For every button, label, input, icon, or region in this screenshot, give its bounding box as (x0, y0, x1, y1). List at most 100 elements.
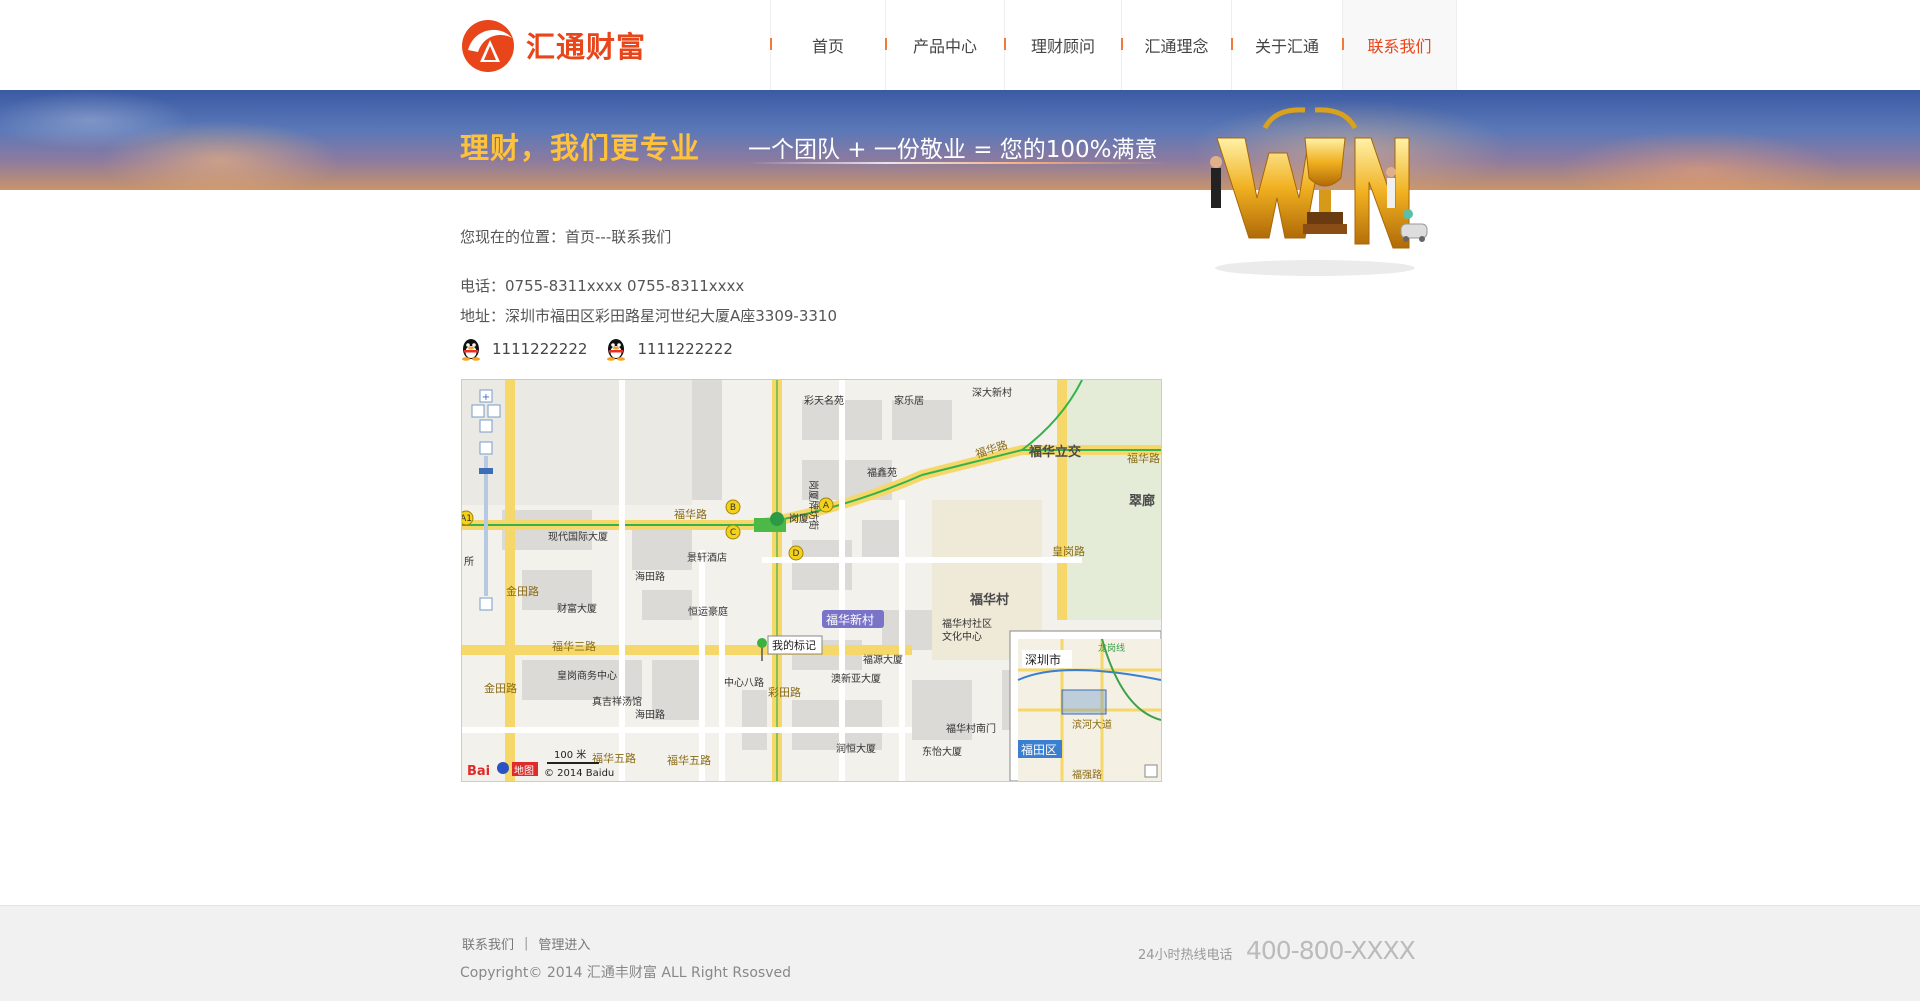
map-label: 福华立交 (1028, 444, 1081, 460)
nav-end-divider (1456, 0, 1457, 90)
nav-item-philosophy[interactable]: 汇通理念 (1121, 0, 1231, 90)
map-label: 东怡大厦 (922, 745, 962, 758)
map-copyright: © 2014 Baidu (544, 768, 614, 779)
contact-address: 地址：深圳市福田区彩田路星河世纪大厦A座3309-3310 (460, 307, 838, 325)
map-label: 福华五路 (667, 753, 711, 767)
nav-divider-tick (1004, 38, 1006, 50)
map-label: 金田路 (484, 681, 517, 695)
qq-penguin-icon[interactable] (605, 337, 627, 361)
nav-divider-tick (1342, 38, 1344, 50)
nav-item-home[interactable]: 首页 (770, 0, 885, 90)
map-label: 澳新亚大厦 (831, 672, 881, 685)
site-header: 汇通财富 首页 产品中心 理财顾问 汇通理念 关于汇通 联系我们 (0, 0, 1920, 90)
map-canvas[interactable]: + 福华路 福华路 福华路 福华三路 福华五路 福华五路 金田路 金田路 彩田路 (462, 380, 1161, 781)
site-logo[interactable]: 汇通财富 (460, 16, 650, 72)
nav-item-products[interactable]: 产品中心 (885, 0, 1004, 90)
hero-banner: 理财，我们更专业 一个团队 + 一份敬业 = 您的100%满意 (0, 90, 1920, 190)
metro-station-icon[interactable] (770, 512, 784, 526)
qq-number[interactable]: 1111222222 (637, 340, 732, 358)
my-marker-label: 我的标记 (772, 638, 816, 652)
footer-link-contact[interactable]: 联系我们 (462, 934, 514, 953)
station-marker[interactable]: C (730, 528, 736, 538)
footer-link-admin[interactable]: 管理进入 (538, 934, 590, 953)
map-label: 皇岗路 (1052, 544, 1085, 558)
map-label: 深大新村 (972, 386, 1012, 399)
map-label: 财富大厦 (557, 602, 597, 615)
main-nav: 首页 产品中心 理财顾问 汇通理念 关于汇通 联系我们 (770, 0, 1457, 90)
qq-number[interactable]: 1111222222 (492, 340, 587, 358)
station-marker[interactable]: D (793, 549, 800, 559)
inset-road-label: 滨河大道 (1072, 718, 1112, 731)
map-label: 海田路 (635, 708, 665, 721)
map-label: 金田路 (506, 584, 539, 598)
nav-label: 产品中心 (912, 37, 977, 56)
map-label: 皇岗商务中心 (557, 669, 617, 682)
hotline-number: 400-800-XXXX (1246, 936, 1416, 965)
map-label: 福华村南门 (946, 722, 996, 735)
nav-divider-tick (1121, 38, 1123, 50)
win-trophy-illustration (1210, 107, 1428, 276)
map-label: 福华路 (674, 507, 707, 521)
brand-name: 汇通财富 (526, 30, 647, 64)
banner-slogan-main: 理财，我们更专业 (460, 131, 701, 165)
nav-item-advisors[interactable]: 理财顾问 (1004, 0, 1121, 90)
nav-label: 联系我们 (1367, 37, 1432, 56)
map-label: 所 (464, 556, 474, 568)
map-label: 福华三路 (552, 639, 596, 653)
banner-slogan-sub: 一个团队 + 一份敬业 = 您的100%满意 (748, 137, 1158, 163)
station-marker[interactable]: A (823, 501, 830, 511)
map-label: 景轩酒店 (687, 551, 727, 564)
map-label: 福华路 (1127, 451, 1160, 465)
page: 汇通财富 首页 产品中心 理财顾问 汇通理念 关于汇通 联系我们 理财，我们更专… (0, 0, 1920, 1001)
map-label: 恒运豪庭 (688, 605, 728, 618)
nav-divider-tick (1231, 38, 1233, 50)
logo-mark-icon (462, 20, 514, 72)
map-label: 福源大厦 (863, 653, 903, 666)
site-footer: 联系我们 | 管理进入 Copyright© 2014 汇通丰财富 ALL Ri… (0, 905, 1920, 1001)
nav-label: 理财顾问 (1030, 37, 1095, 56)
footer-copyright: Copyright© 2014 汇通丰财富 ALL Right Rsosved (460, 965, 791, 981)
nav-divider-tick (770, 38, 772, 50)
inset-district-label: 福田区 (1021, 742, 1057, 757)
station-marker[interactable]: B (730, 503, 736, 513)
map-label: 润恒大厦 (836, 742, 876, 755)
hotline-label: 24小时热线电话 (1138, 948, 1233, 963)
map-label: 中心八路 (724, 676, 764, 689)
inset-collapse-button[interactable] (1144, 764, 1158, 778)
map-label: 福华新村 (826, 612, 874, 627)
inset-road-label: 福强路 (1072, 768, 1102, 781)
map-label: 真吉祥汤馆 (592, 695, 642, 708)
baidu-logo-text: Bai (467, 764, 490, 779)
map-label: 彩田路 (768, 686, 801, 699)
map-label: 福华村社区 (942, 617, 992, 630)
nav-label: 首页 (811, 37, 844, 56)
footer-separator: | (524, 936, 529, 951)
banner-underline (748, 162, 1168, 164)
qq-contacts: 1111222222 1111222222 (460, 337, 751, 361)
inset-city-label: 深圳市 (1025, 652, 1061, 667)
nav-divider-tick (885, 38, 887, 50)
map-label: 岗厦 (789, 513, 809, 525)
baidu-map-text: 地图 (514, 764, 534, 777)
map-label: 海田路 (635, 570, 665, 583)
station-marker[interactable]: A1 (462, 514, 472, 524)
footer-links: 联系我们 | 管理进入 (462, 934, 590, 953)
baidu-map[interactable]: + 福华路 福华路 福华路 福华三路 福华五路 福华五路 金田路 金田路 彩田路 (461, 379, 1162, 782)
map-label: 福鑫苑 (867, 466, 897, 479)
qq-penguin-icon[interactable] (460, 337, 482, 361)
contact-phone: 电话：0755-8311xxxx 0755-8311xxxx (460, 277, 745, 295)
scale-label: 100 米 (554, 748, 586, 761)
nav-label: 汇通理念 (1144, 37, 1209, 56)
nav-item-about[interactable]: 关于汇通 (1231, 0, 1342, 90)
map-label: 文化中心 (942, 630, 982, 643)
svg-text:+: + (482, 392, 490, 403)
inset-line-label: 龙岗线 (1098, 642, 1125, 654)
nav-label: 关于汇通 (1254, 37, 1319, 56)
map-label: 福华村 (969, 592, 1009, 608)
map-label: 彩天名苑 (804, 394, 844, 407)
map-label: 现代国际大厦 (548, 530, 608, 543)
map-label: 家乐居 (894, 394, 924, 407)
map-overview-inset[interactable]: 深圳市 龙岗线 滨河大道 福强路 福田区 (1009, 630, 1161, 781)
nav-item-contact[interactable]: 联系我们 (1342, 0, 1456, 90)
breadcrumb: 您现在的位置：首页---联系我们 (460, 228, 672, 246)
